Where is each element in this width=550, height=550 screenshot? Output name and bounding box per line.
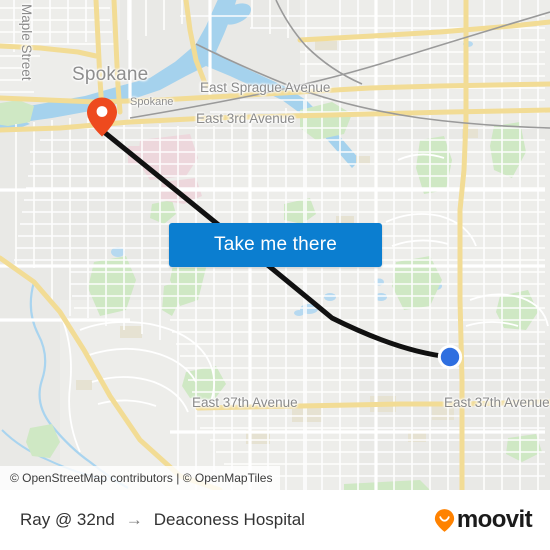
route-destination-label: Deaconess Hospital (153, 510, 305, 529)
destination-marker[interactable] (86, 96, 118, 138)
route-origin-label: Ray @ 32nd (20, 510, 115, 529)
moovit-logo[interactable]: moovit (434, 506, 533, 534)
moovit-pin-icon (434, 508, 455, 533)
take-me-there-button[interactable]: Take me there (169, 223, 382, 267)
arrow-right-icon: → (125, 510, 143, 529)
moovit-route-preview: Spokane Spokane Maple Street East Spragu… (0, 0, 550, 550)
route-summary: Ray @ 32nd → Deaconess Hospital (20, 510, 305, 530)
footer-bar: Ray @ 32nd → Deaconess Hospital moovit (0, 490, 550, 550)
moovit-wordmark: moovit (456, 506, 533, 533)
attribution-text: © OpenStreetMap contributors | © OpenMap… (10, 471, 273, 485)
map-attribution[interactable]: © OpenStreetMap contributors | © OpenMap… (0, 466, 281, 490)
map-canvas[interactable]: Spokane Spokane Maple Street East Spragu… (0, 0, 550, 490)
origin-dot[interactable] (437, 344, 463, 370)
